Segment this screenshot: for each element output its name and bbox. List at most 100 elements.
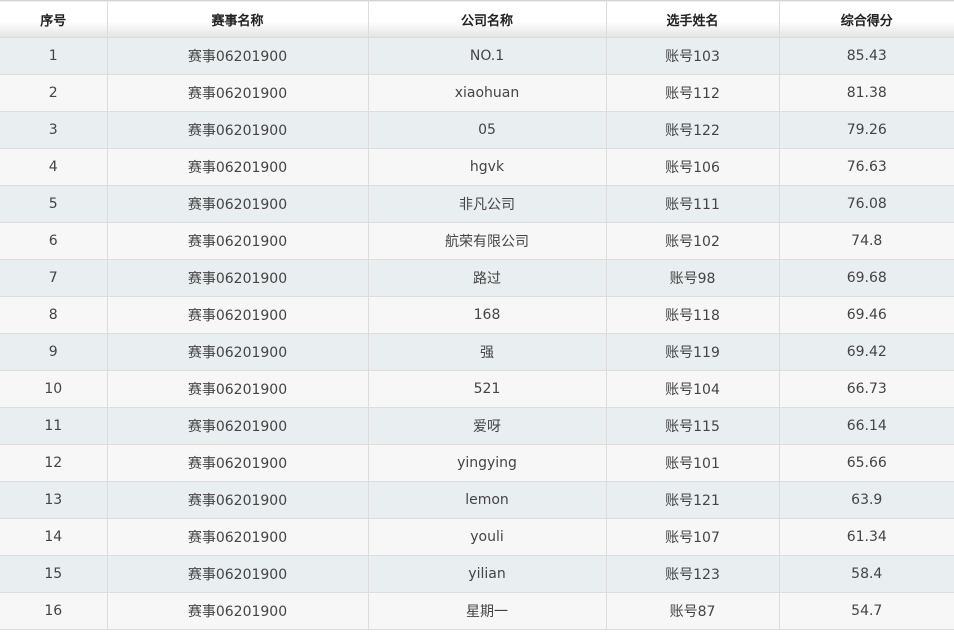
event-name-cell: 赛事06201900 [106,555,369,593]
player-name-cell: 账号104 [605,370,780,408]
player-name-cell: 账号118 [605,296,780,334]
score-cell: 81.38 [778,74,954,112]
score-cell: 69.46 [778,296,954,334]
index-cell: 11 [0,407,108,445]
score-cell: 66.73 [778,370,954,408]
table-row[interactable]: 5 赛事06201900 非凡公司 账号111 76.08 [0,185,954,223]
table-row[interactable]: 10 赛事06201900 521 账号104 66.73 [0,370,954,408]
table-row[interactable]: 2 赛事06201900 xiaohuan 账号112 81.38 [0,74,954,112]
player-name-cell: 账号111 [605,185,780,223]
table-row[interactable]: 15 赛事06201900 yilian 账号123 58.4 [0,555,954,593]
company-name-cell: 航荣有限公司 [367,222,607,260]
table-row[interactable]: 9 赛事06201900 强账号119 69.42 [0,333,954,371]
table-row[interactable]: 6 赛事06201900 航荣有限公司 账号102 74.8 [0,222,954,260]
score-cell: 61.34 [778,518,954,556]
event-name-cell: 赛事06201900 [106,518,369,556]
table-row[interactable]: 14 赛事06201900 youli 账号107 61.34 [0,518,954,556]
header-row: 序号 赛事名称 公司名称 选手姓名 综合得分 [0,0,954,38]
event-name-cell: 赛事06201900 [106,222,369,260]
table-row[interactable]: 16 赛事06201900 星期一 账号87 54.7 [0,592,954,630]
score-cell: 65.66 [778,444,954,482]
score-cell: 69.42 [778,333,954,371]
player-name-cell: 账号121 [605,481,780,519]
score-cell: 69.68 [778,259,954,297]
event-name-cell: 赛事06201900 [106,37,369,75]
index-cell: 5 [0,185,108,223]
score-cell: 76.08 [778,185,954,223]
index-cell: 2 [0,74,108,112]
player-name-cell: 账号106 [605,148,780,186]
event-name-cell: 赛事06201900 [106,592,369,630]
column-header-total-score[interactable]: 综合得分 [778,0,954,38]
table-row[interactable]: 8 赛事06201900 168 账号118 69.46 [0,296,954,334]
company-name-cell: lemon [367,481,607,519]
table-row[interactable]: 7 赛事06201900 路过 账号98 69.68 [0,259,954,297]
company-name-cell: 路过 [367,259,607,297]
index-cell: 16 [0,592,108,630]
column-header-index[interactable]: 序号 [0,0,108,38]
company-name-cell: yilian [367,555,607,593]
event-name-cell: 赛事06201900 [106,185,369,223]
index-cell: 13 [0,481,108,519]
table-row[interactable]: 4 赛事06201900 hgvk 账号106 76.63 [0,148,954,186]
table-row[interactable]: 1 赛事06201900 NO.1 账号103 85.43 [0,37,954,75]
index-cell: 14 [0,518,108,556]
index-cell: 1 [0,37,108,75]
event-name-cell: 赛事06201900 [106,407,369,445]
index-cell: 6 [0,222,108,260]
player-name-cell: 账号103 [605,37,780,75]
event-name-cell: 赛事06201900 [106,148,369,186]
table-header: 序号 赛事名称 公司名称 选手姓名 综合得分 [0,0,954,38]
score-cell: 85.43 [778,37,954,75]
company-name-cell: 强 [367,333,607,371]
ranking-table: 序号 赛事名称 公司名称 选手姓名 综合得分 1 赛事06201900 NO.1 账号… [0,0,954,630]
column-header-company-name[interactable]: 公司名称 [367,0,607,38]
player-name-cell: 账号123 [605,555,780,593]
company-name-cell: yingying [367,444,607,482]
index-cell: 7 [0,259,108,297]
company-name-cell: 非凡公司 [367,185,607,223]
event-name-cell: 赛事06201900 [106,333,369,371]
player-name-cell: 账号87 [605,592,780,630]
company-name-cell: 168 [367,296,607,334]
score-cell: 54.7 [778,592,954,630]
company-name-cell: NO.1 [367,37,607,75]
table-row[interactable]: 13 赛事06201900 lemon 账号121 63.9 [0,481,954,519]
event-name-cell: 赛事06201900 [106,259,369,297]
event-name-cell: 赛事06201900 [106,481,369,519]
company-name-cell: 05 [367,111,607,149]
table-row[interactable]: 11 赛事06201900 爱呀 账号115 66.14 [0,407,954,445]
table-body: 1 赛事06201900 NO.1 账号103 85.43 2 赛事06201900 xiao… [0,37,954,630]
score-cell: 79.26 [778,111,954,149]
player-name-cell: 账号112 [605,74,780,112]
player-name-cell: 账号119 [605,333,780,371]
score-cell: 63.9 [778,481,954,519]
player-name-cell: 账号122 [605,111,780,149]
column-header-player-name[interactable]: 选手姓名 [605,0,780,38]
table-row[interactable]: 12 赛事06201900 yingying 账号101 65.66 [0,444,954,482]
player-name-cell: 账号107 [605,518,780,556]
company-name-cell: xiaohuan [367,74,607,112]
score-cell: 66.14 [778,407,954,445]
company-name-cell: youli [367,518,607,556]
score-cell: 76.63 [778,148,954,186]
score-cell: 74.8 [778,222,954,260]
event-name-cell: 赛事06201900 [106,74,369,112]
event-name-cell: 赛事06201900 [106,444,369,482]
index-cell: 3 [0,111,108,149]
player-name-cell: 账号102 [605,222,780,260]
score-cell: 58.4 [778,555,954,593]
column-header-event-name[interactable]: 赛事名称 [106,0,369,38]
player-name-cell: 账号101 [605,444,780,482]
index-cell: 12 [0,444,108,482]
company-name-cell: 爱呀 [367,407,607,445]
table-row[interactable]: 3 赛事06201900 05 账号122 79.26 [0,111,954,149]
company-name-cell: hgvk [367,148,607,186]
company-name-cell: 521 [367,370,607,408]
index-cell: 10 [0,370,108,408]
player-name-cell: 账号98 [605,259,780,297]
event-name-cell: 赛事06201900 [106,370,369,408]
index-cell: 9 [0,333,108,371]
index-cell: 4 [0,148,108,186]
event-name-cell: 赛事06201900 [106,296,369,334]
